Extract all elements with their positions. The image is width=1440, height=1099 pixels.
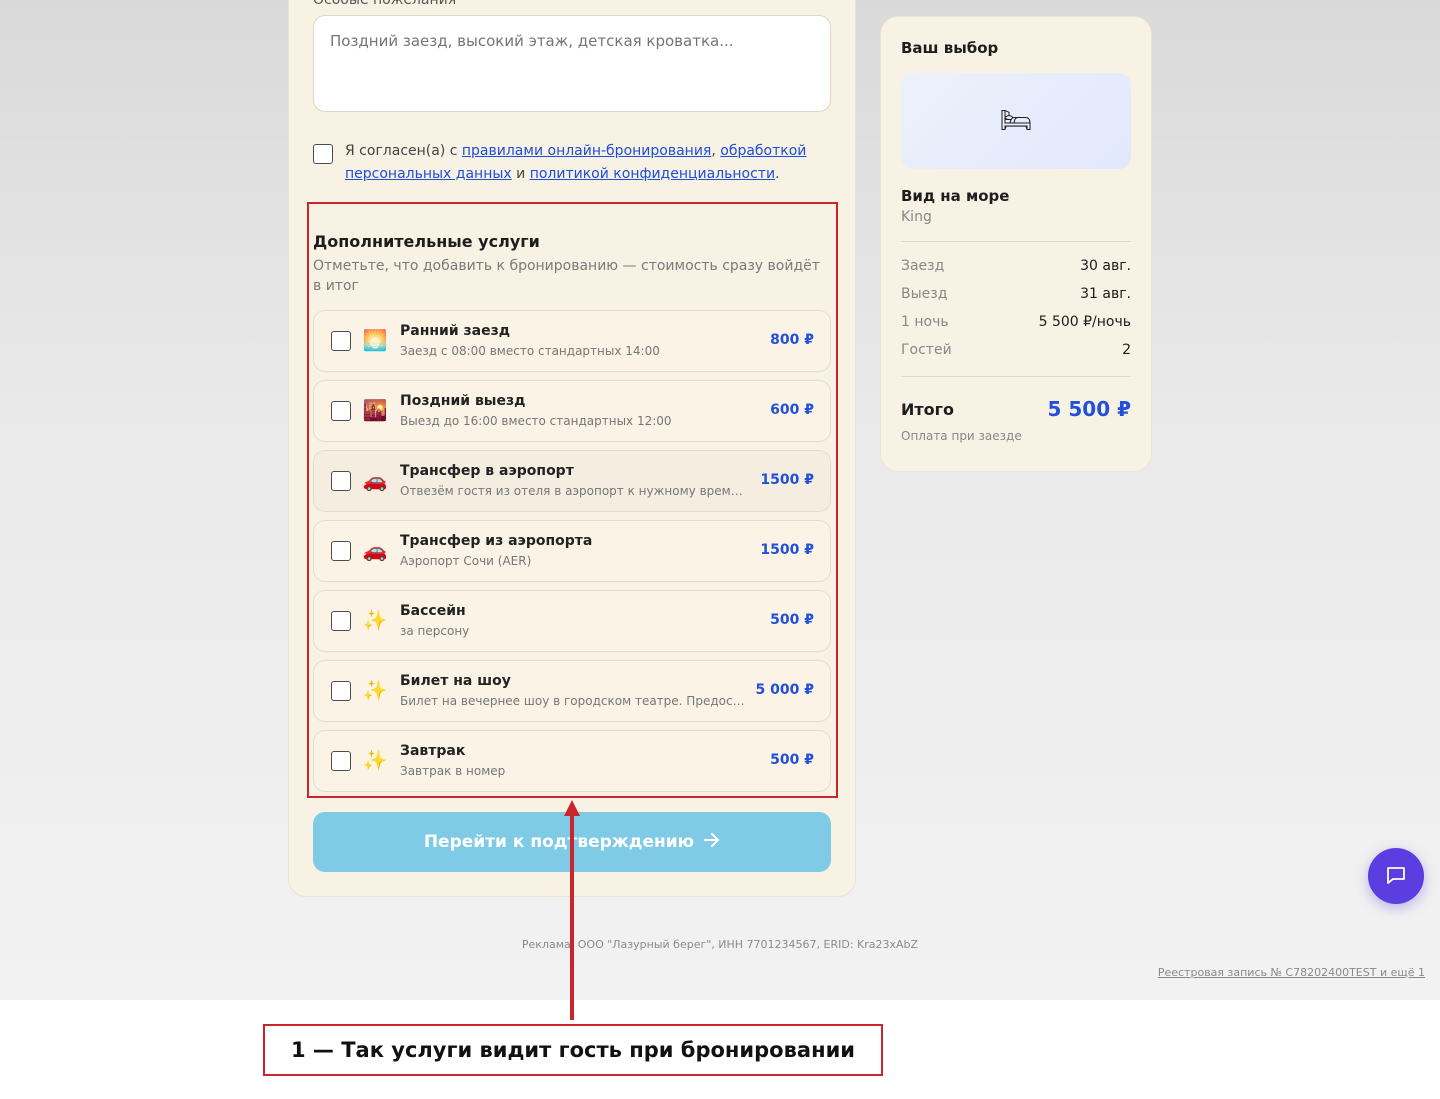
wishes-label: Особые пожелания [313,0,457,8]
chat-bubble-icon [1385,864,1407,889]
submit-label: Перейти к подтверждению [423,832,695,852]
summary-key: Заезд [901,258,945,274]
arrow-right-icon [704,832,720,852]
agreement-prefix: Я согласен(а) с [345,143,462,159]
booking-summary-card: Ваш выбор 🛏 Вид на море King Заезд 30 авг… [880,16,1152,472]
divider [901,241,1131,242]
summary-value: 5 500 ₽/ночь [1038,314,1131,330]
summary-key: Выезд [901,286,948,302]
divider [901,376,1131,377]
room-type: King [901,209,932,225]
total-label: Итого [901,399,955,419]
summary-value: 2 [1122,342,1131,358]
total-row: Итого 5 500 ₽ [901,397,1131,421]
bed-icon: 🛏 [999,106,1033,136]
summary-row-checkout: Выезд 31 авг. [901,280,1131,308]
summary-row-guests: Гостей 2 [901,336,1131,364]
agreement-suffix: . [775,166,780,182]
agreement-sep: , [711,143,721,159]
summary-value: 31 авг. [1080,286,1131,302]
annotation-caption: 1 — Так услуги видит гость при бронирова… [263,1024,883,1076]
summary-row-nights: 1 ночь 5 500 ₽/ночь [901,308,1131,336]
wishes-textarea[interactable] [313,15,831,112]
booking-rules-link[interactable]: правилами онлайн-бронирования [462,143,711,159]
services-highlight-frame [307,202,838,798]
summary-key: Гостей [901,342,952,358]
privacy-policy-link[interactable]: политикой конфиденциальности [530,166,775,182]
room-name: Вид на море [901,187,1010,205]
summary-value: 30 авг. [1080,258,1131,274]
payment-note: Оплата при заезде [901,429,1022,443]
total-value: 5 500 ₽ [1047,397,1131,421]
summary-key: 1 ночь [901,314,949,330]
summary-title: Ваш выбор [901,39,999,57]
room-thumbnail: 🛏 [901,73,1131,169]
annotation-arrow-head [564,800,580,816]
agreement-sep: и [511,166,530,182]
annotation-arrow-line [570,812,574,1020]
agreement-checkbox[interactable] [313,144,333,164]
agreement-text: Я согласен(а) с правилами онлайн-брониро… [345,140,825,186]
ad-disclaimer: Реклама. ООО "Лазурный берег", ИНН 77012… [521,938,919,951]
registry-link[interactable]: Реестровая запись № C78202400TEST и ещё … [1158,966,1425,979]
chat-button[interactable] [1368,848,1424,904]
screenshot-stage: Особые пожелания Я согласен(а) с правила… [0,0,1440,1099]
summary-row-checkin: Заезд 30 авг. [901,252,1131,280]
